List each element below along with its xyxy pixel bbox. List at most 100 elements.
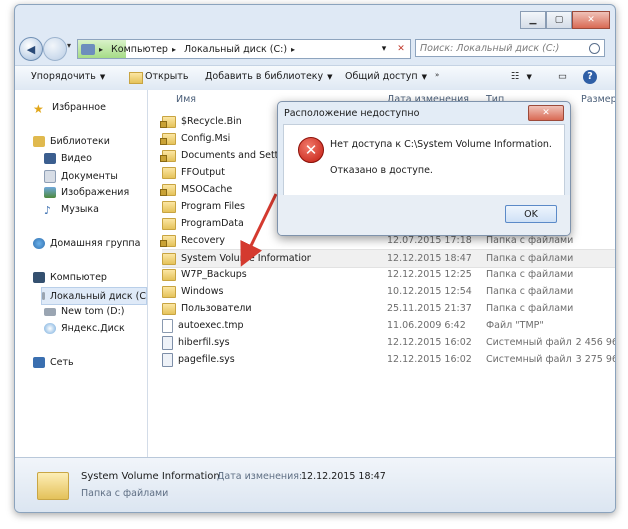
file-type: Системный файл (486, 337, 572, 348)
sidebar-item-label: Избранное (52, 102, 106, 113)
breadcrumb-drive-c[interactable]: Локальный диск (C:) (184, 44, 287, 55)
address-bar[interactable]: ▸ Компьютер ▸ Локальный диск (C:) ▸ ▾ ✕ (77, 39, 411, 59)
documents-icon (44, 170, 56, 183)
table-row[interactable]: autoexec.tmp 11.06.2009 6:42 Файл "TMP" 1 (162, 317, 615, 334)
details-name: System Volume Information (81, 471, 220, 482)
maximize-button[interactable]: ▢ (546, 11, 572, 29)
file-type: Папка с файлами (486, 286, 574, 297)
sidebar-item-label: Изображения (61, 187, 130, 198)
share-button[interactable]: Общий доступ ▼ (345, 71, 427, 82)
sidebar-item-label: Компьютер (50, 272, 107, 283)
breadcrumb-separator-icon[interactable]: ▸ (99, 45, 103, 54)
locked-folder-icon (160, 183, 176, 196)
sidebar-item-computer[interactable]: Компьютер (33, 272, 107, 283)
breadcrumb-separator-icon[interactable]: ▸ (291, 45, 295, 54)
file-type: Системный файл (486, 354, 572, 365)
folder-icon (162, 285, 176, 298)
sidebar-item-label: Локальный диск (C (49, 290, 146, 302)
dialog-body: ✕ Нет доступа к C:\System Volume Informa… (283, 124, 565, 196)
locked-folder-icon (160, 115, 176, 128)
open-button[interactable]: Открыть (145, 71, 188, 82)
sidebar-item-favorites[interactable]: ★ Избранное (33, 102, 106, 116)
add-to-library-button[interactable]: Добавить в библиотеку ▼ (205, 71, 333, 82)
libraries-icon (33, 136, 45, 147)
file-date: 11.06.2009 6:42 (387, 320, 466, 331)
details-type: Папка с файлами (81, 488, 169, 499)
computer-icon (81, 43, 95, 55)
sidebar-item-label: Яндекс.Диск (61, 323, 125, 334)
navigation-bar: ◀ ▾ ▸ Компьютер ▸ Локальный диск (C:) ▸ … (15, 37, 615, 65)
forward-button[interactable] (43, 37, 67, 61)
sidebar-item-drive-d[interactable]: New tom (D:) (44, 306, 124, 317)
details-date-label: Дата изменения: (217, 471, 303, 482)
sidebar-item-label: Домашняя группа (50, 238, 141, 249)
sidebar-item-label: Сеть (50, 357, 74, 368)
drive-icon (42, 292, 45, 300)
file-size: 3 275 960 (575, 354, 615, 365)
music-icon: ♪ (44, 204, 52, 217)
open-folder-icon (129, 72, 143, 84)
file-icon (162, 318, 173, 333)
dialog-message: Нет доступа к C:\System Volume Informati… (330, 139, 552, 150)
minimize-button[interactable]: ▁ (520, 11, 546, 29)
sidebar-item-pictures[interactable]: Изображения (44, 187, 129, 198)
ok-button[interactable]: OK (505, 205, 557, 223)
details-date-value: 12.12.2015 18:47 (301, 471, 386, 482)
file-size: 2 456 968 (575, 337, 615, 348)
file-size: 1 (572, 320, 615, 331)
sidebar-item-video[interactable]: Видео (44, 153, 92, 164)
view-options-icon[interactable]: ☷ ▼ (511, 71, 532, 82)
system-file-icon (162, 352, 173, 367)
sidebar-item-drive-c[interactable]: Локальный диск (C (41, 287, 147, 305)
close-button[interactable]: ✕ (572, 11, 610, 29)
table-row[interactable]: pagefile.sys 12.12.2015 16:02 Системный фа… (162, 351, 615, 368)
search-icon[interactable] (589, 43, 600, 54)
dialog-close-button[interactable]: ✕ (528, 105, 564, 121)
sidebar-item-documents[interactable]: Документы (44, 170, 118, 183)
sidebar-item-libraries[interactable]: Библиотеки (33, 136, 110, 147)
file-date: 12.07.2015 17:18 (387, 235, 472, 246)
sidebar-item-label: Библиотеки (50, 136, 110, 147)
system-file-icon (162, 335, 173, 350)
preview-pane-icon[interactable]: ▭ (558, 71, 567, 82)
error-icon: ✕ (298, 137, 324, 163)
explorer-window: ▁ ▢ ✕ ◀ ▾ ▸ Компьютер ▸ Локальный диск (… (14, 4, 616, 513)
file-name: Пользователи (181, 303, 252, 314)
file-type: Файл "TMP" (486, 320, 544, 331)
back-button[interactable]: ◀ (19, 37, 43, 61)
table-row[interactable]: Пользователи 25.11.2015 21:37 Папка с файл… (162, 300, 615, 317)
locked-folder-icon (160, 132, 176, 145)
stop-icon[interactable]: ✕ (393, 41, 409, 57)
file-type: Папка с файлами (486, 303, 574, 314)
column-header-name[interactable]: Имя (176, 94, 196, 105)
navigation-pane: ★ Избранное Библиотеки Видео Документы И… (15, 90, 148, 457)
file-type: Папка с файлами (486, 253, 574, 264)
command-bar: Упорядочить ▼ Открыть Добавить в библиоте… (15, 65, 615, 91)
folder-icon (162, 302, 176, 315)
recent-pages-dropdown-icon[interactable]: ▾ (67, 41, 71, 50)
column-header-size[interactable]: Размер (581, 94, 615, 105)
sidebar-item-homegroup[interactable]: Домашняя группа (33, 238, 140, 249)
breadcrumb-separator-icon[interactable]: ▸ (172, 45, 176, 54)
table-row[interactable]: hiberfil.sys 12.12.2015 16:02 Системный фа… (162, 334, 615, 351)
error-dialog: Расположение недоступно ✕ ✕ Нет доступа … (277, 101, 571, 236)
file-type: Папка с файлами (486, 235, 574, 246)
folder-icon (162, 166, 176, 179)
sidebar-item-label: New tom (D:) (61, 306, 125, 317)
file-name: hiberfil.sys (178, 337, 230, 348)
computer-icon (33, 272, 45, 283)
sidebar-item-label: Видео (61, 153, 92, 164)
address-dropdown-icon[interactable]: ▾ (376, 41, 392, 57)
help-icon[interactable]: ? (583, 70, 597, 84)
sidebar-item-network[interactable]: Сеть (33, 357, 74, 368)
file-date: 12.12.2015 16:02 (387, 354, 472, 365)
organize-button[interactable]: Упорядочить ▼ (31, 71, 105, 82)
more-commands-icon[interactable]: » (435, 71, 439, 79)
search-input[interactable]: Поиск: Локальный диск (C:) (415, 39, 605, 57)
dialog-detail: Отказано в доступе. (330, 165, 433, 176)
breadcrumb-computer[interactable]: Компьютер (111, 44, 168, 55)
sidebar-item-yandex-disk[interactable]: Яндекс.Диск (44, 323, 125, 334)
file-name: autoexec.tmp (178, 320, 244, 331)
file-date: 25.11.2015 21:37 (387, 303, 472, 314)
sidebar-item-music[interactable]: ♪ Музыка (44, 204, 99, 217)
